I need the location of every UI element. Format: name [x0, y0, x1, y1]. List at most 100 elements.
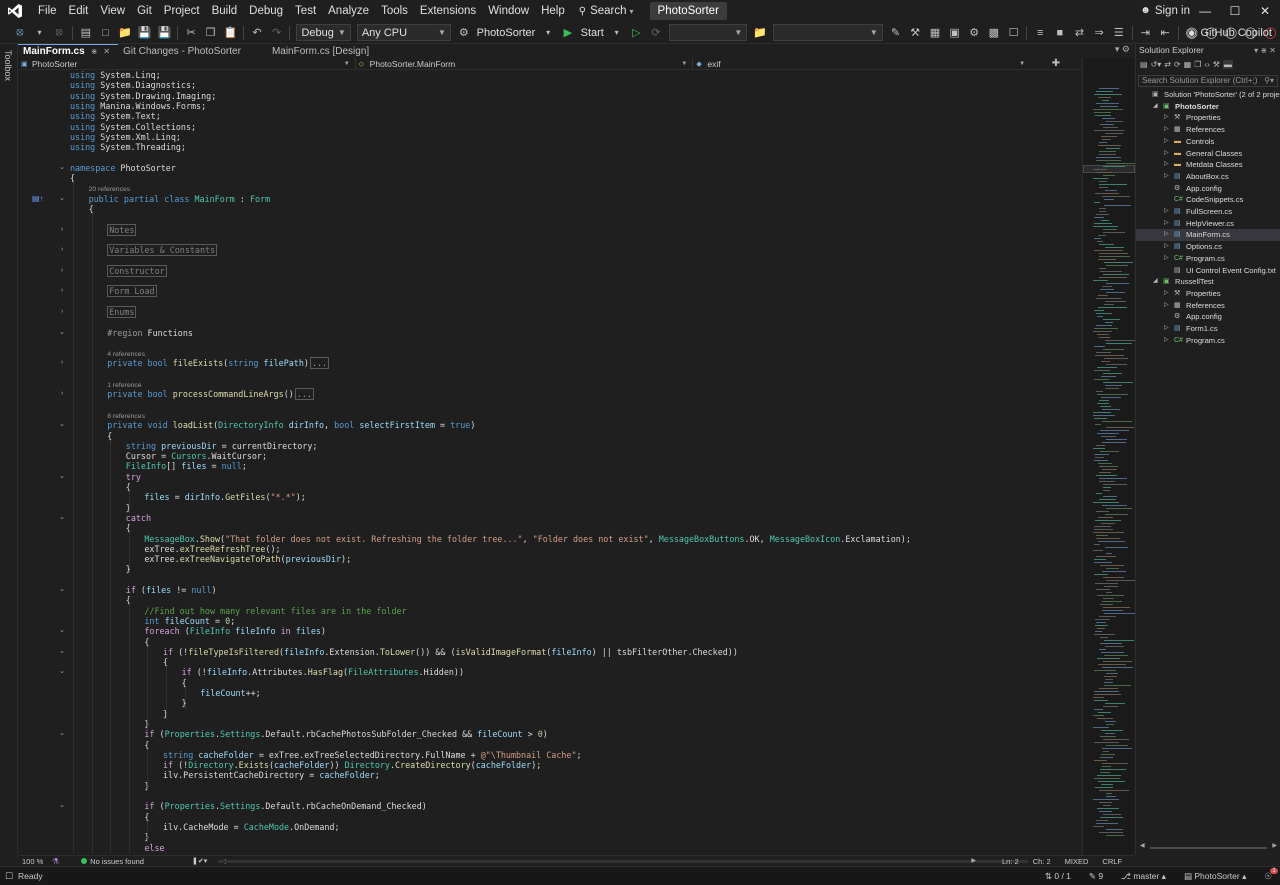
start-without-debugging-icon[interactable]: ▷ — [629, 25, 645, 41]
type-nav-select[interactable]: ◇ PhotoSorter.MainForm ▼ — [356, 58, 694, 69]
menu-item-help[interactable]: Help — [535, 0, 571, 22]
tree-item[interactable]: ◢ ▣ PhotoSorter — [1136, 101, 1280, 113]
platform-select[interactable]: Any CPU ▼ — [356, 24, 451, 41]
project-nav-select[interactable]: ▣ PhotoSorter ▼ — [18, 58, 356, 69]
codelens-references[interactable]: 8 references — [107, 410, 145, 420]
navigate-back-icon[interactable]: ⦻ — [12, 25, 28, 41]
expand-chevron-icon[interactable]: ▷ — [1164, 112, 1169, 124]
paste-icon[interactable]: 📋 — [223, 25, 239, 41]
tree-item[interactable]: ▷ ▬ Metdata Classes — [1136, 159, 1280, 171]
code-editor[interactable]: ▤↑ ⌄ ⌄ › › › › › ⌄ › › ⌄ ⌄ ⌄ ⌄ ⌄ ⌄ ⌄ ⌄ ⌄ using System.Linq… — [18, 70, 1082, 855]
menu-item-file[interactable]: File — [32, 0, 63, 22]
tool-icon-4[interactable]: ▣ — [947, 25, 963, 41]
tree-item[interactable]: ▷ ▬ Controls — [1136, 136, 1280, 148]
codelens-references[interactable]: 4 references — [107, 348, 145, 358]
tree-item[interactable]: ▷ ▤ MainForm.cs — [1136, 229, 1280, 242]
switch-views-icon[interactable]: ▤ — [1140, 60, 1148, 69]
menu-item-build[interactable]: Build — [206, 0, 244, 22]
tab-mainform-cs[interactable]: MainForm.cs ⋇ ✕ — [18, 44, 119, 58]
configuration-select[interactable]: Debug ▼ — [296, 24, 351, 41]
expand-chevron-icon[interactable]: ▷ — [1164, 136, 1169, 148]
tree-item[interactable]: ▷ C# Program.cs — [1136, 335, 1280, 347]
redo-icon[interactable]: ↷ — [269, 25, 285, 41]
save-icon[interactable]: 💾 — [137, 25, 153, 41]
tab-mainform-design[interactable]: MainForm.cs [Design] — [267, 44, 377, 58]
minimize-button[interactable]: — — [1190, 0, 1220, 22]
tree-item[interactable]: ▣ Solution 'PhotoSorter' (2 of 2 projects… — [1136, 89, 1280, 101]
cut-icon[interactable]: ✂ — [183, 25, 199, 41]
tree-item[interactable]: ▷ ▦ References — [1136, 124, 1280, 136]
expand-outline-icon[interactable]: › — [58, 358, 66, 368]
startup-project-label[interactable]: PhotoSorter — [477, 27, 536, 39]
github-copilot-button[interactable]: ◉ GitHub Copilot — [1187, 22, 1272, 44]
toolbox-side-tab[interactable]: Toolbox — [0, 44, 18, 855]
close-tab-icon[interactable]: ✕ — [103, 45, 110, 58]
sign-in-button[interactable]: ☻ Sign in — [1140, 0, 1190, 22]
collapse-outline-icon[interactable]: ⌄ — [58, 729, 66, 739]
format-icon-2[interactable]: ■ — [1052, 25, 1068, 41]
menu-item-project[interactable]: Project — [158, 0, 206, 22]
expand-chevron-icon[interactable]: ▷ — [1164, 288, 1169, 300]
new-project-icon[interactable]: ▤ — [78, 25, 94, 41]
expand-chevron-icon[interactable]: ▷ — [1164, 335, 1169, 347]
collapse-chevron-icon[interactable]: ◢ — [1153, 101, 1158, 113]
undo-icon[interactable]: ↶ — [249, 25, 265, 41]
tab-git-changes[interactable]: Git Changes - PhotoSorter — [118, 44, 249, 58]
tree-item[interactable]: ▷ ▤ HelpViewer.cs — [1136, 218, 1280, 230]
tree-item[interactable]: ▤ UI Control Event Config.txt — [1136, 265, 1280, 277]
collapse-outline-icon[interactable]: ⌄ — [58, 647, 66, 657]
startup-dropdown-icon[interactable]: ▾ — [540, 25, 556, 41]
expand-chevron-icon[interactable]: ▷ — [1164, 323, 1169, 335]
tree-item[interactable]: ◢ ▣ RussellTest — [1136, 276, 1280, 288]
debug-target-select[interactable]: ▼ — [668, 24, 748, 41]
member-nav-select[interactable]: ◆ exif ▼ — [693, 58, 1030, 69]
panel-controls[interactable]: ▾ ⋇ ✕ — [1254, 44, 1280, 57]
pin-icon[interactable]: ⋇ — [91, 45, 98, 58]
view-code-icon[interactable]: ‹› — [1204, 60, 1209, 69]
expand-chevron-icon[interactable]: ▷ — [1164, 229, 1169, 241]
menu-item-test[interactable]: Test — [289, 0, 322, 22]
indent-icon[interactable]: ⇥ — [1138, 25, 1154, 41]
open-folder-icon[interactable]: 📁 — [117, 25, 133, 41]
visual-studio-logo-icon[interactable] — [6, 3, 24, 19]
maximize-button[interactable]: ☐ — [1220, 0, 1250, 22]
brush-icon[interactable]: ❚✔▾ — [192, 857, 207, 865]
editor-minimap-scrollbar[interactable] — [1082, 58, 1136, 855]
editor-horizontal-scrollbar[interactable] — [218, 860, 1028, 863]
codelens-references[interactable]: 1 reference — [107, 379, 141, 389]
start-label[interactable]: Start — [581, 27, 604, 39]
tree-item[interactable]: ▷ ▤ Options.cs — [1136, 241, 1280, 253]
history-icon[interactable]: ↺▾ — [1151, 60, 1162, 69]
hot-reload-icon[interactable]: ⟳ — [648, 25, 664, 41]
expand-chevron-icon[interactable]: ▷ — [1164, 148, 1169, 160]
pending-edits[interactable]: ✎ 9 — [1089, 871, 1103, 882]
dropdown-icon[interactable]: ▾ — [32, 25, 48, 41]
tool-icon-6[interactable]: ▩ — [986, 25, 1002, 41]
split-editor-icon[interactable]: ✚ — [1030, 58, 1082, 70]
collapse-outline-icon[interactable]: ⌄ — [58, 585, 66, 595]
git-sync-indicator[interactable]: ⇅ 0 / 1 — [1045, 871, 1071, 882]
collapse-chevron-icon[interactable]: ◢ — [1153, 276, 1158, 288]
format-icon-5[interactable]: ☰ — [1111, 25, 1127, 41]
collapse-outline-icon[interactable]: ⌄ — [58, 328, 66, 338]
format-icon-3[interactable]: ⇄ — [1072, 25, 1088, 41]
char-number[interactable]: Ch: 2 — [1033, 857, 1051, 866]
outdent-icon[interactable]: ⇤ — [1157, 25, 1173, 41]
properties-wrench-icon[interactable]: ⚒ — [1213, 60, 1220, 69]
branch-selector[interactable]: ⎇ master ▴ — [1121, 871, 1166, 882]
expand-outline-icon[interactable]: › — [58, 245, 66, 255]
refresh-icon[interactable]: ⟳ — [1174, 60, 1181, 69]
scroll-right-icon[interactable]: ▶ — [971, 857, 976, 866]
expand-chevron-icon[interactable]: ▷ — [1164, 218, 1169, 230]
collapse-outline-icon[interactable]: ⌄ — [58, 163, 66, 173]
whitespace-mode[interactable]: MIXED — [1065, 857, 1089, 866]
collapse-outline-icon[interactable]: ⌄ — [58, 194, 66, 204]
format-icon-1[interactable]: ≡ — [1032, 25, 1048, 41]
codelens-references[interactable]: 20 references — [89, 183, 131, 193]
tree-item[interactable]: ▷ ⚒ Properties — [1136, 112, 1280, 124]
navigate-forward-icon[interactable]: ⦻ — [51, 25, 67, 41]
sync-icon[interactable]: ⇄ — [1164, 60, 1171, 69]
menu-item-window[interactable]: Window — [482, 0, 535, 22]
expand-chevron-icon[interactable]: ▷ — [1164, 171, 1169, 183]
start-debug-icon[interactable]: ▶ — [560, 25, 576, 41]
